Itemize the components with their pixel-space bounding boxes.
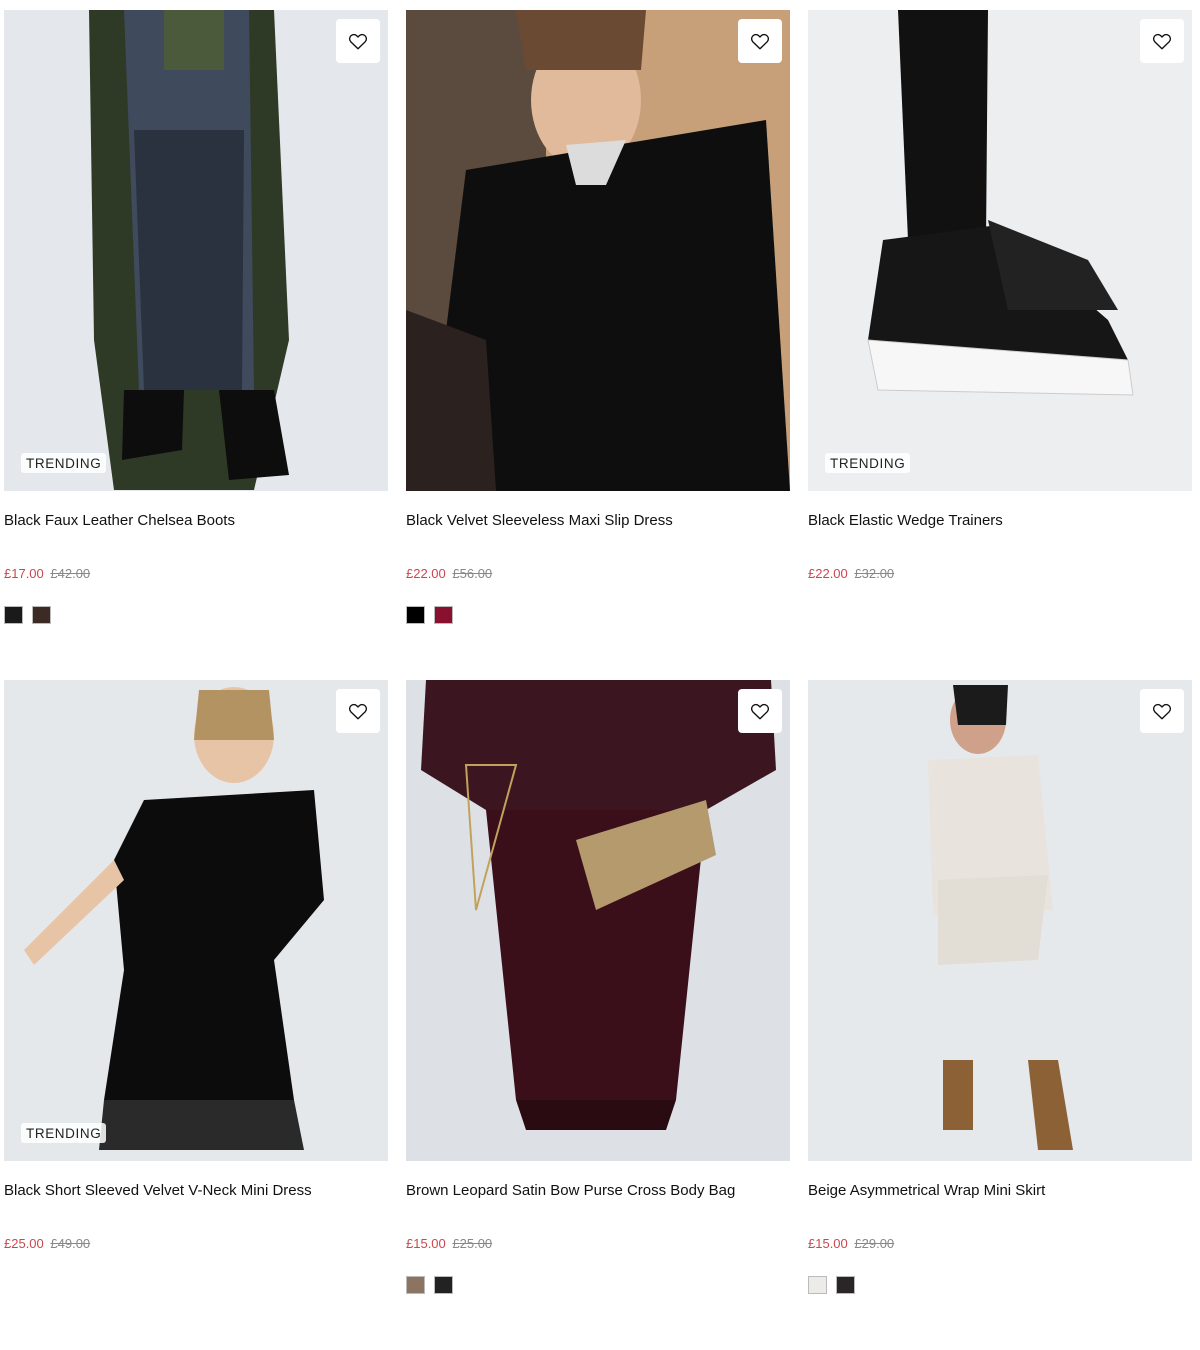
product-image[interactable]: TRENDING [4,10,388,491]
color-swatch[interactable] [434,1276,453,1294]
trending-badge: TRENDING [825,453,911,473]
product-card[interactable]: Brown Leopard Satin Bow Purse Cross Body… [406,680,790,1350]
product-card[interactable]: Beige Asymmetrical Wrap Mini Skirt £15.0… [808,680,1192,1350]
color-swatch[interactable] [808,1276,827,1294]
product-grid: TRENDING Black Faux Leather Chelsea Boot… [4,10,1192,1350]
product-title[interactable]: Brown Leopard Satin Bow Purse Cross Body… [406,1182,790,1200]
sale-price: £17.00 [4,566,44,581]
product-photo [4,680,388,1161]
color-swatch[interactable] [4,606,23,624]
product-title[interactable]: Beige Asymmetrical Wrap Mini Skirt [808,1182,1192,1200]
wishlist-button[interactable] [336,689,380,733]
product-image[interactable] [808,680,1192,1161]
wishlist-button[interactable] [738,689,782,733]
product-image[interactable]: TRENDING [808,10,1192,491]
color-swatch[interactable] [32,606,51,624]
product-photo [406,680,790,1161]
heart-outline-icon [750,703,770,720]
product-photo [4,10,388,491]
product-card[interactable]: Black Velvet Sleeveless Maxi Slip Dress … [406,10,790,680]
product-price: £22.00 £56.00 [406,566,790,582]
original-price: £56.00 [452,566,493,581]
product-price: £15.00 £25.00 [406,1236,790,1252]
sale-price: £15.00 [406,1236,446,1251]
color-swatches [808,1276,1192,1294]
color-swatch[interactable] [406,1276,425,1294]
sale-price: £15.00 [808,1236,848,1251]
product-photo [808,680,1192,1161]
product-title[interactable]: Black Velvet Sleeveless Maxi Slip Dress [406,512,790,530]
product-card[interactable]: TRENDING Black Short Sleeved Velvet V-Ne… [4,680,388,1350]
sale-price: £22.00 [808,566,848,581]
product-title[interactable]: Black Short Sleeved Velvet V-Neck Mini D… [4,1182,388,1200]
product-image[interactable] [406,680,790,1161]
wishlist-button[interactable] [738,19,782,63]
product-image[interactable] [406,10,790,491]
color-swatches [808,606,1192,624]
original-price: £49.00 [50,1236,91,1251]
color-swatches [406,606,790,624]
trending-badge: TRENDING [21,1123,107,1143]
sale-price: £22.00 [406,566,446,581]
product-title[interactable]: Black Faux Leather Chelsea Boots [4,512,388,530]
heart-outline-icon [750,33,770,50]
original-price: £29.00 [854,1236,895,1251]
product-price: £25.00 £49.00 [4,1236,388,1252]
wishlist-button[interactable] [336,19,380,63]
heart-outline-icon [348,33,368,50]
heart-outline-icon [348,703,368,720]
product-title[interactable]: Black Elastic Wedge Trainers [808,512,1192,530]
product-image[interactable]: TRENDING [4,680,388,1161]
heart-outline-icon [1152,33,1172,50]
color-swatch[interactable] [434,606,453,624]
product-price: £15.00 £29.00 [808,1236,1192,1252]
wishlist-button[interactable] [1140,689,1184,733]
heart-outline-icon [1152,703,1172,720]
color-swatches [406,1276,790,1294]
color-swatch[interactable] [836,1276,855,1294]
product-photo [808,10,1192,491]
trending-badge: TRENDING [21,453,107,473]
wishlist-button[interactable] [1140,19,1184,63]
original-price: £25.00 [452,1236,493,1251]
product-price: £22.00 £32.00 [808,566,1192,582]
product-price: £17.00 £42.00 [4,566,388,582]
original-price: £42.00 [50,566,91,581]
original-price: £32.00 [854,566,895,581]
product-photo [406,10,790,491]
product-card[interactable]: TRENDING Black Faux Leather Chelsea Boot… [4,10,388,680]
product-card[interactable]: TRENDING Black Elastic Wedge Trainers £2… [808,10,1192,680]
color-swatches [4,606,388,624]
color-swatch[interactable] [406,606,425,624]
sale-price: £25.00 [4,1236,44,1251]
color-swatches [4,1276,388,1294]
